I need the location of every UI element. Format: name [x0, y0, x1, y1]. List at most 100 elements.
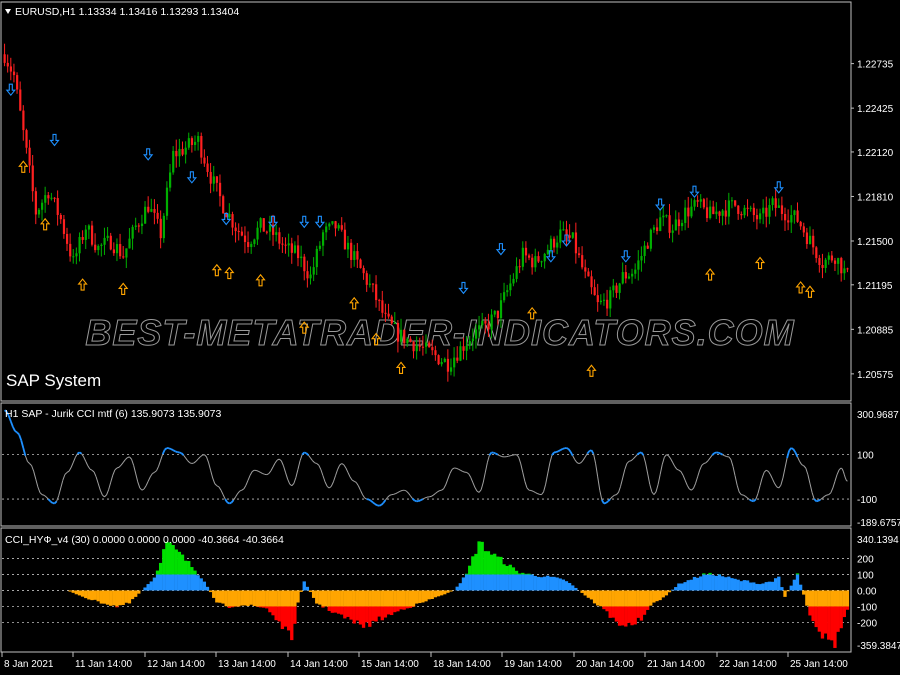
histogram-bar: [408, 606, 413, 608]
histogram-bar: [574, 587, 578, 591]
cci-line-segment: [303, 451, 307, 455]
histogram-bar: [808, 606, 812, 616]
candle-body: [318, 245, 322, 249]
candle-body: [406, 338, 409, 344]
histogram-bar: [230, 606, 235, 608]
histogram-bar: [617, 606, 622, 626]
histogram-bar: [155, 574, 160, 591]
candle-body: [790, 215, 793, 223]
histogram-bar: [402, 590, 406, 607]
candle-body: [259, 218, 262, 228]
cci-line-segment: [703, 462, 707, 465]
cci-line-segment: [172, 449, 176, 453]
histogram-bar: [290, 606, 294, 641]
symbol-info: EURUSD,H1 1.13334 1.13416 1.13293 1.1340…: [15, 6, 239, 18]
histogram-bar: [165, 574, 169, 591]
histogram-bar: [727, 576, 731, 591]
histogram-bar: [730, 578, 734, 591]
candle-body: [265, 231, 268, 233]
price-tick-label: 1.22120: [857, 148, 894, 159]
histogram-bar: [627, 606, 631, 623]
candle-body: [556, 242, 559, 248]
candle-body: [546, 249, 549, 254]
histogram-bar: [115, 606, 119, 608]
candle-body: [340, 225, 343, 230]
histogram-bar: [633, 590, 637, 607]
histogram-bar: [814, 590, 818, 607]
histogram-bar: [464, 574, 469, 591]
candle-body: [840, 258, 843, 274]
time-tick-label: 14 Jan 14:00: [290, 659, 348, 670]
candle-body: [759, 213, 762, 220]
histogram-bar: [330, 590, 335, 607]
histogram-bar: [227, 606, 231, 608]
candle-body: [462, 346, 465, 351]
watermark: BEST-METATRADER-INDICATORS.COM: [85, 312, 794, 354]
candle-body: [584, 267, 587, 272]
candle-body: [612, 285, 615, 291]
histogram-bar: [502, 564, 506, 575]
histogram-indicator-label: CCI_HYФ_v4 (30) 0.0000 0.0000 0.0000 -40…: [5, 534, 284, 546]
histogram-bar: [280, 590, 285, 607]
candle-body: [709, 206, 712, 219]
histogram-bar: [608, 590, 612, 607]
symbol-header[interactable]: EURUSD,H1 1.13334 1.13416 1.13293 1.1340…: [5, 6, 239, 18]
histogram-bar: [190, 574, 194, 591]
histogram-bar: [480, 541, 484, 575]
histogram-bar: [517, 573, 522, 575]
candle-body: [262, 218, 265, 232]
histogram-bar: [237, 590, 241, 607]
candle-body: [796, 210, 799, 222]
histogram-bar: [689, 579, 694, 591]
candle-body: [727, 200, 731, 217]
histogram-bar: [502, 574, 506, 591]
histogram-bar: [346, 606, 350, 617]
histogram-bar: [162, 574, 166, 591]
candle-body: [209, 171, 212, 184]
histogram-bar: [474, 553, 478, 575]
histogram-bar: [340, 590, 344, 607]
histogram-bar: [621, 606, 625, 626]
candle-body: [599, 300, 603, 303]
candle-body: [596, 295, 599, 303]
candle-body: [197, 136, 200, 142]
histogram-bar: [621, 590, 625, 607]
histogram-bar: [592, 590, 597, 604]
candle-body: [777, 205, 780, 208]
price-tick-label: 1.22735: [857, 60, 894, 71]
histogram-bar: [262, 590, 266, 607]
cci-line-segment: [557, 449, 561, 453]
histogram-bar: [805, 590, 809, 606]
candle-body: [240, 231, 244, 236]
candle-body: [284, 244, 287, 246]
histogram-bar: [770, 581, 775, 591]
histogram-bar: [365, 590, 369, 607]
candle-body: [169, 172, 172, 188]
histogram-bar: [468, 565, 472, 575]
candle-body: [499, 300, 503, 319]
candle-body: [440, 362, 443, 365]
histogram-bar: [286, 606, 291, 631]
candle-body: [172, 150, 175, 173]
histogram-bar: [695, 577, 700, 591]
cci-line-segment: [817, 498, 821, 502]
candle-body: [824, 259, 827, 268]
candle-body: [378, 300, 381, 302]
histogram-bar: [96, 590, 100, 602]
candle-body: [41, 202, 44, 210]
candle-body: [540, 261, 543, 263]
histogram-bar: [649, 590, 653, 606]
candle-body: [243, 235, 247, 243]
histogram-bar: [702, 573, 706, 575]
candle-body: [200, 136, 203, 158]
histogram-bar: [642, 606, 647, 615]
histogram-bar: [274, 606, 278, 621]
cci-line-segment: [603, 502, 607, 505]
cci-line-segment: [403, 489, 407, 492]
candle-body: [524, 247, 528, 256]
candle-body: [187, 138, 190, 148]
candle-body: [97, 245, 100, 251]
histogram-bar: [808, 590, 812, 607]
histogram-bar: [508, 574, 512, 591]
histogram-bar: [361, 606, 366, 628]
